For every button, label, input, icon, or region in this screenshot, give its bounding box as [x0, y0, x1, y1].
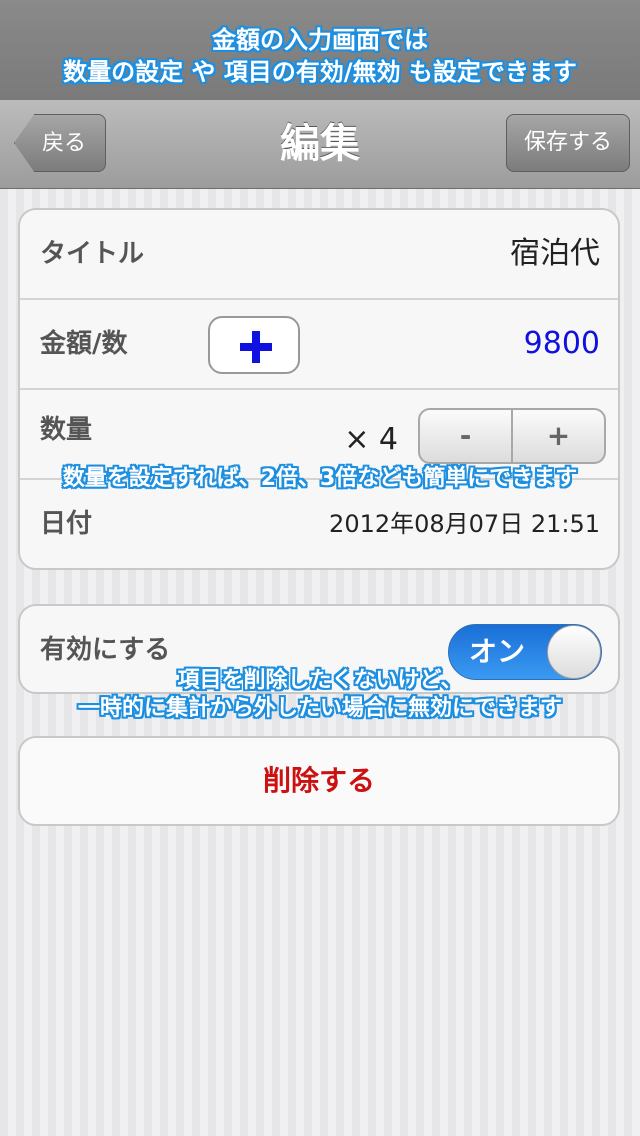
enable-annotation-line-2: 一時的に集計から外したい場合に無効にできます	[77, 696, 562, 721]
title-value[interactable]: 宿泊代	[510, 210, 600, 298]
amount-row[interactable]: 金額/数 9800	[20, 300, 618, 390]
increment-button[interactable]: +	[513, 410, 604, 462]
amount-value[interactable]: 9800	[524, 300, 600, 388]
banner-line-1: 金額の入力画面では	[212, 26, 428, 54]
title-row[interactable]: タイトル 宿泊代	[20, 210, 618, 300]
quantity-label: 数量	[40, 415, 93, 445]
save-button[interactable]: 保存する	[506, 114, 630, 172]
title-label: タイトル	[40, 239, 145, 269]
date-value[interactable]: 2012年08月07日 21:51	[329, 480, 600, 568]
date-row[interactable]: 日付 2012年08月07日 21:51	[20, 480, 618, 568]
quantity-annotation: 数量を設定すれば、2倍、3倍なども簡単にできます	[62, 466, 578, 491]
add-amount-button[interactable]	[208, 316, 300, 374]
edit-form-group: タイトル 宿泊代 金額/数 9800 数量 × 4 - + 日付 2012年08…	[18, 208, 620, 570]
delete-button[interactable]: 削除する	[18, 736, 620, 826]
quantity-stepper[interactable]: - +	[418, 408, 606, 464]
amount-label: 金額/数	[40, 329, 128, 359]
navigation-bar: 編集 戻る 保存する	[0, 100, 640, 189]
promo-banner: 金額の入力画面では 数量の設定 や 項目の有効/無効 も設定できます	[0, 0, 640, 100]
plus-icon-vertical	[252, 331, 260, 363]
banner-line-2: 数量の設定 や 項目の有効/無効 も設定できます	[63, 58, 577, 86]
date-label: 日付	[40, 509, 93, 539]
decrement-button[interactable]: -	[420, 410, 513, 462]
